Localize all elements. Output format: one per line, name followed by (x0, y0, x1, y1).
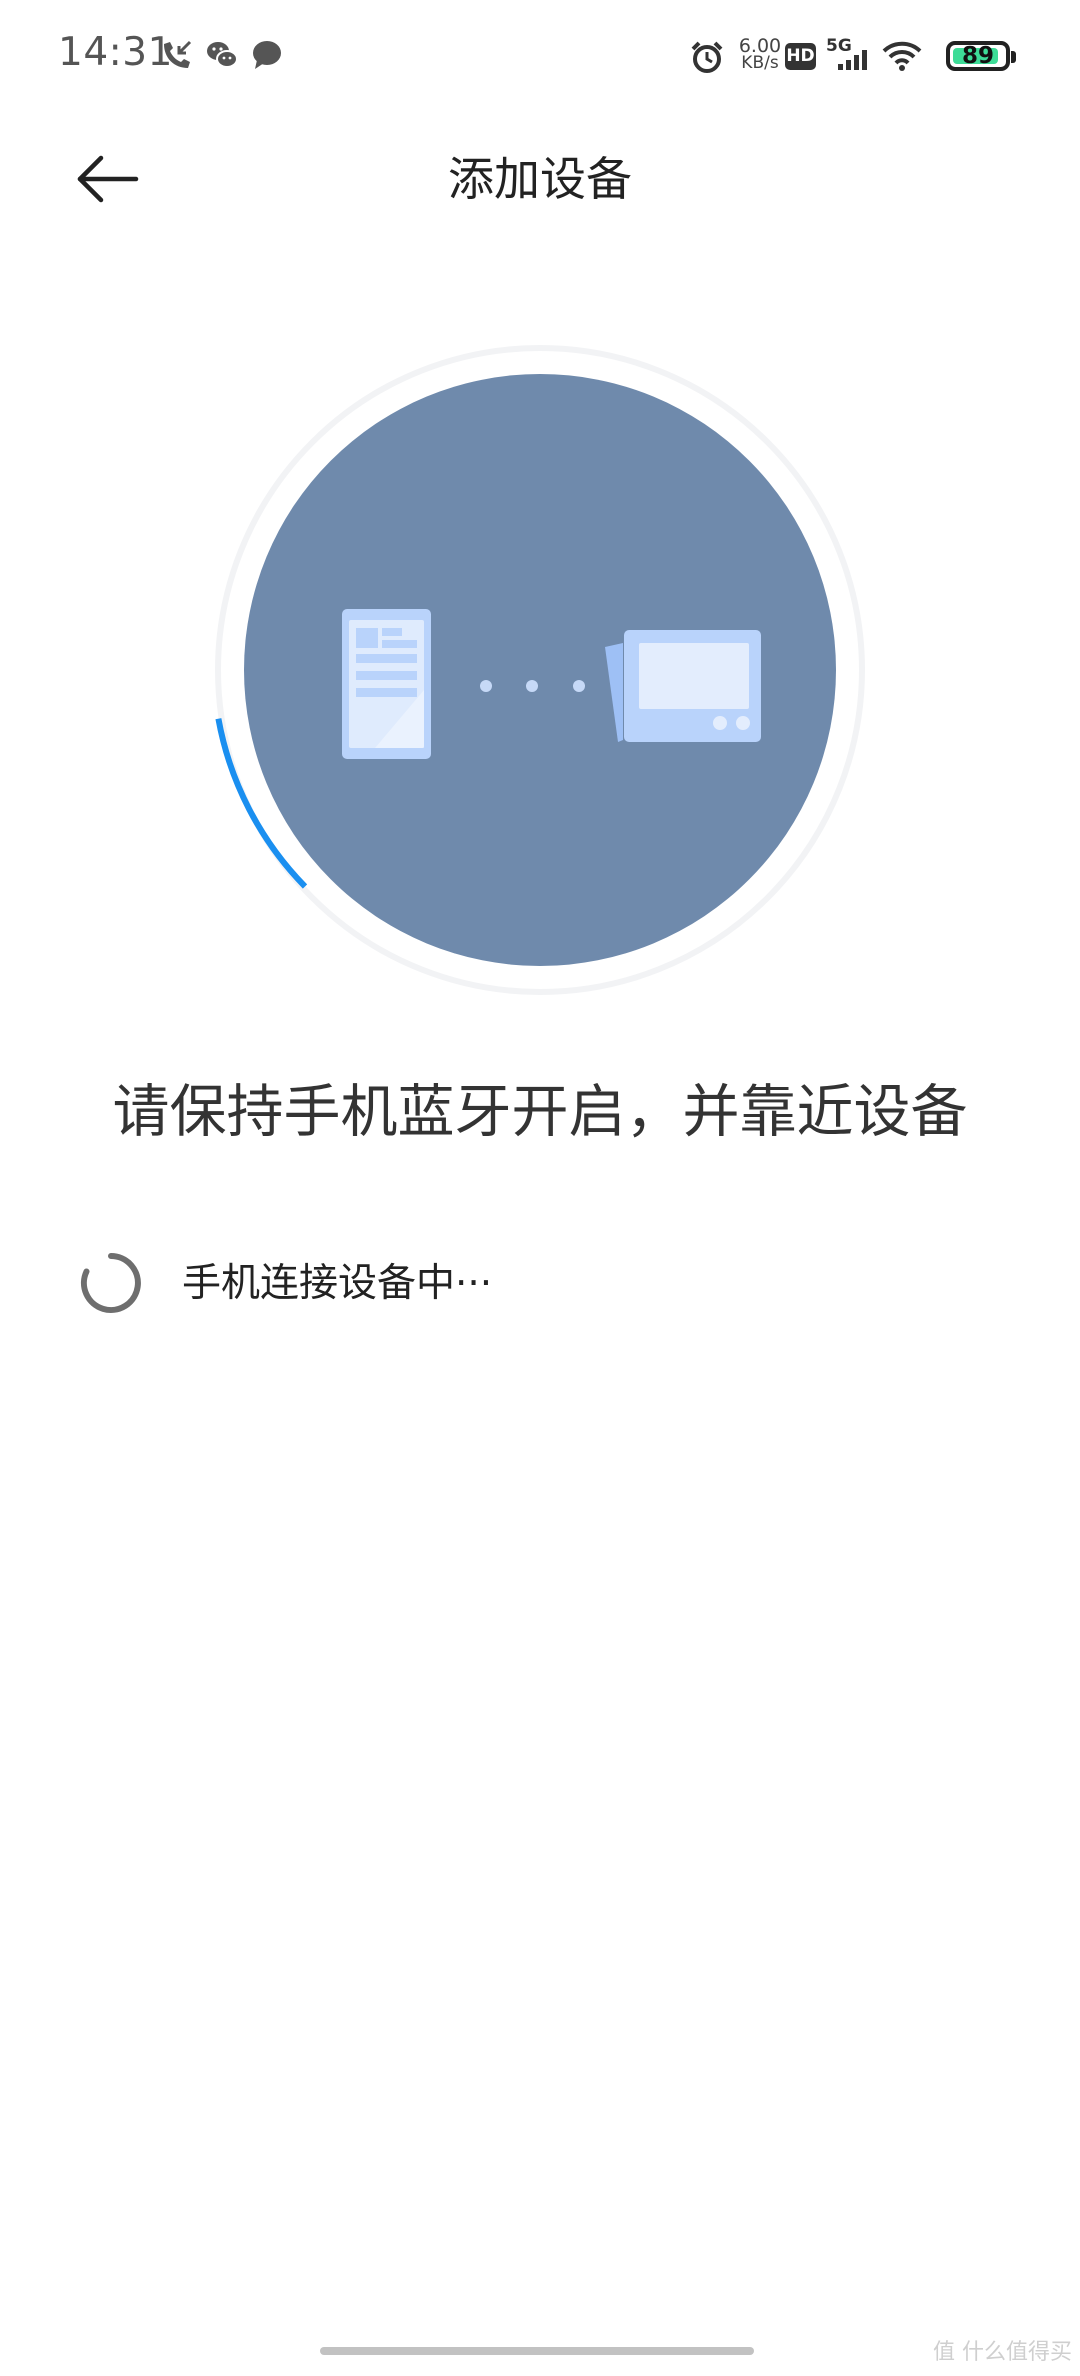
add-device-screen: 14:31 6.00 KB/s HD 5G 89 添加设备 请保持手机蓝牙开启，… (0, 0, 1080, 2376)
wifi-icon (882, 41, 922, 71)
page-title: 添加设备 (448, 152, 632, 206)
net-speed: 6.00 KB/s (738, 37, 782, 73)
loading-spinner-icon (80, 1253, 141, 1313)
pairing-illustration (215, 345, 865, 995)
home-indicator[interactable] (320, 2347, 754, 2355)
alarm-icon (691, 41, 723, 73)
instruction-text: 请保持手机蓝牙开启，并靠近设备 (112, 1079, 968, 1145)
battery-level: 89 (961, 43, 994, 69)
phone-device-icon (342, 609, 431, 759)
battery-icon: 89 (946, 41, 1010, 71)
smart-device-icon (605, 630, 761, 742)
5g-signal-icon: 5G (826, 36, 870, 76)
net-speed-unit: KB/s (741, 53, 779, 73)
status-bar: 14:31 6.00 KB/s HD 5G 89 (0, 0, 1080, 114)
battery-tip (1011, 51, 1016, 63)
header: 添加设备 (0, 114, 1080, 242)
watermark: 值 什么值得买 (933, 2340, 1072, 2365)
missed-call-icon (164, 40, 192, 68)
status-time: 14:31 (58, 30, 173, 75)
hd-icon: HD (785, 43, 816, 70)
network-label: 5G (826, 36, 852, 56)
status-text: 手机连接设备中··· (182, 1261, 493, 1306)
message-icon (253, 41, 281, 69)
wechat-icon (207, 42, 238, 68)
